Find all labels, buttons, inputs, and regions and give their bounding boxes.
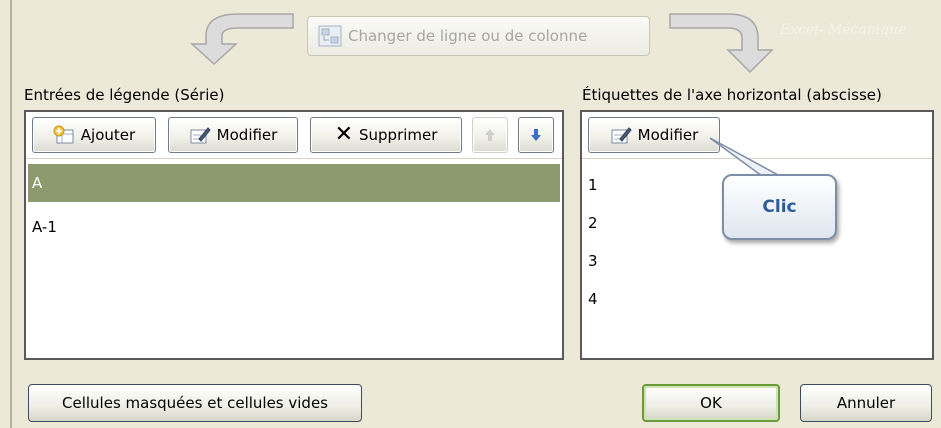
switch-row-column-button[interactable]: Changer de ligne ou de colonne	[307, 16, 650, 56]
add-series-label: Ajouter	[80, 126, 136, 144]
edit-icon	[611, 127, 632, 144]
edit-axis-labels-label: Modifier	[637, 126, 699, 144]
curved-arrow-right-icon	[669, 13, 774, 74]
legend-entries-label: Entrées de légende (Série)	[24, 86, 225, 104]
axis-label-item: 2	[588, 214, 598, 232]
move-down-button[interactable]	[518, 117, 554, 153]
cancel-button[interactable]: Annuler	[800, 384, 932, 422]
arrow-up-icon	[485, 129, 495, 141]
hidden-empty-cells-button[interactable]: Cellules masquées et cellules vides	[28, 384, 362, 422]
edit-series-button[interactable]: Modifier	[168, 117, 298, 153]
edit-icon	[190, 127, 211, 144]
switch-row-column-icon	[318, 25, 342, 47]
series-list-item[interactable]: A	[28, 164, 560, 202]
delete-x-icon: ✕	[334, 122, 353, 147]
arrow-down-icon	[531, 129, 541, 141]
ok-button[interactable]: OK	[642, 384, 780, 422]
switch-row-column-label: Changer de ligne ou de colonne	[348, 27, 588, 45]
curved-arrow-left-icon	[190, 13, 294, 66]
watermark: Excel- Mécanique	[780, 22, 907, 38]
delete-series-button[interactable]: ✕ Supprimer	[310, 117, 462, 153]
legend-entries-panel: Ajouter Modifier ✕ Supprimer A A-1	[24, 110, 564, 360]
axis-label-item: 1	[588, 176, 598, 194]
click-callout: Clic	[722, 174, 837, 240]
series-list-item[interactable]: A-1	[28, 208, 560, 246]
move-up-button[interactable]	[472, 117, 508, 153]
axis-label-item: 4	[588, 290, 598, 308]
edit-series-label: Modifier	[216, 126, 278, 144]
dialog-left-border	[10, 0, 12, 428]
add-series-button[interactable]: Ajouter	[32, 117, 156, 153]
axis-label-item: 3	[588, 252, 598, 270]
delete-series-label: Supprimer	[359, 126, 438, 144]
legend-toolbar: Ajouter Modifier ✕ Supprimer	[26, 112, 562, 159]
add-series-icon	[53, 125, 74, 144]
axis-labels-label: Étiquettes de l'axe horizontal (abscisse…	[582, 86, 882, 104]
